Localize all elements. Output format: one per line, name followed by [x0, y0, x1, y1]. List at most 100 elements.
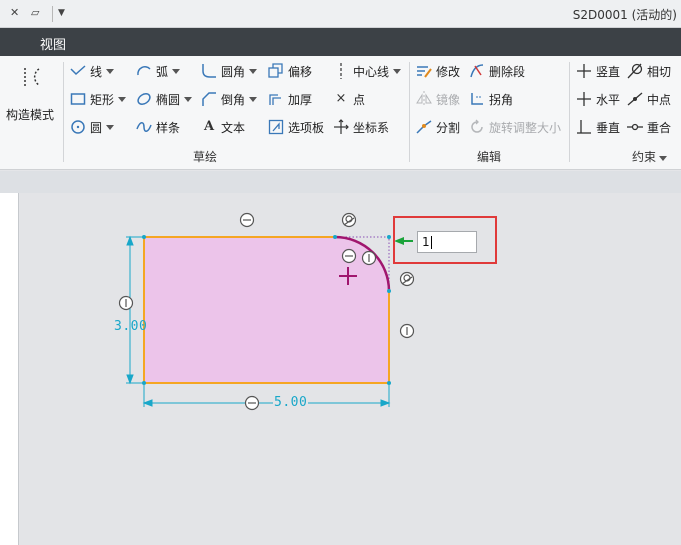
circle-button[interactable]: 圆 [70, 116, 115, 138]
horizontal-label: 水平 [596, 92, 621, 107]
vertical-constraint-button[interactable]: 竖直 [576, 60, 620, 82]
palette-label: 选项板 [288, 120, 325, 135]
divide-button[interactable]: 分割 [416, 116, 460, 138]
quick-access-divider [52, 6, 53, 22]
chevron-down-icon[interactable] [184, 96, 193, 102]
corner-button[interactable]: 拐角 [469, 88, 513, 110]
text-caret [430, 236, 432, 249]
chevron-down-icon[interactable] [118, 96, 127, 102]
rotate-resize-label: 旋转调整大小 [489, 120, 562, 135]
rectangle-icon [70, 91, 86, 107]
sketch-group-label: 草绘 [193, 150, 218, 164]
divide-label: 分割 [436, 120, 461, 135]
ellipse-button[interactable]: 椭圆 [136, 88, 193, 110]
vertical-icon [576, 63, 592, 79]
point-button[interactable]: × 点 [333, 88, 365, 110]
circle-label: 圆 [90, 120, 103, 135]
construction-mode-icon [24, 68, 40, 86]
chevron-down-icon[interactable] [106, 68, 115, 74]
palette-button[interactable]: 选项板 [268, 116, 324, 138]
chevron-down-icon[interactable] [249, 96, 258, 102]
thicken-icon [268, 91, 284, 107]
vertical-constraint-icon [118, 295, 134, 311]
horizontal-constraint-button[interactable]: 水平 [576, 88, 620, 110]
layer-icon[interactable]: ▱ [31, 6, 39, 19]
chamfer-icon [201, 91, 217, 107]
delete-segment-label: 删除段 [489, 64, 526, 79]
spline-button[interactable]: 样条 [136, 116, 180, 138]
corner-icon [469, 91, 485, 107]
rectangle-button[interactable]: 矩形 [70, 88, 127, 110]
midpoint-icon [627, 91, 643, 107]
sketch-graphics [118, 212, 415, 411]
title-bar: ✕ ▱ ▼ S2D0001 (活动的) [0, 0, 681, 28]
construction-mode-button[interactable]: 构造模式 [4, 62, 58, 124]
tangent-label: 相切 [647, 64, 672, 79]
horizontal-constraint-icon [244, 395, 260, 411]
delete-segment-icon [469, 63, 485, 79]
horizontal-constraint-icon [239, 212, 255, 228]
vertical-label: 竖直 [596, 64, 621, 79]
height-dimension-value[interactable]: 3.00 [114, 319, 147, 334]
delete-segment-button[interactable]: 删除段 [469, 60, 525, 82]
coincident-label: 重合 [647, 120, 672, 135]
offset-button[interactable]: 偏移 [268, 60, 312, 82]
coordinate-system-label: 坐标系 [353, 120, 390, 135]
spline-label: 样条 [156, 120, 181, 135]
modify-button[interactable]: 修改 [416, 60, 460, 82]
group-divider [63, 62, 64, 162]
quick-access-dropdown-icon[interactable]: ▼ [58, 8, 65, 18]
chevron-down-icon[interactable] [172, 68, 181, 74]
point-label: 点 [353, 92, 366, 107]
tangent-constraint-button[interactable]: 相切 [627, 60, 671, 82]
sketch-canvas[interactable]: 3.00 5.00 [20, 193, 681, 545]
width-dimension-value[interactable]: 5.00 [273, 395, 309, 410]
rotate-resize-button[interactable]: 旋转调整大小 [469, 116, 561, 138]
chevron-down-icon[interactable] [249, 68, 258, 74]
tangent-constraint-icon [399, 271, 415, 287]
coordinate-system-icon [333, 119, 349, 135]
tab-view[interactable]: 视图 [40, 34, 66, 53]
graphics-toolbar-strip [0, 171, 681, 193]
thicken-button[interactable]: 加厚 [268, 88, 312, 110]
width-dimension [142, 385, 391, 407]
centerline-label: 中心线 [353, 64, 390, 79]
arc-button[interactable]: 弧 [136, 60, 181, 82]
centerline-button[interactable]: 中心线 [333, 60, 402, 82]
modify-label: 修改 [436, 64, 461, 79]
centerline-icon [333, 63, 349, 79]
midpoint-constraint-button[interactable]: 中点 [627, 88, 671, 110]
mirror-icon [416, 91, 432, 107]
model-tree-panel[interactable] [0, 193, 19, 545]
coincident-icon [627, 119, 643, 135]
fillet-icon [201, 63, 217, 79]
chevron-down-icon[interactable] [393, 68, 402, 74]
perpendicular-label: 垂直 [596, 120, 621, 135]
arc-icon [136, 63, 152, 79]
ribbon: 构造模式 线 弧 圆角 偏移 中心线 矩形 椭圆 倒角 加厚 × 点 圆 样条 … [0, 56, 681, 170]
ellipse-icon [136, 91, 152, 107]
chamfer-button[interactable]: 倒角 [201, 88, 258, 110]
fillet-button[interactable]: 圆角 [201, 60, 258, 82]
close-x-icon[interactable]: ✕ [10, 6, 19, 19]
dimension-value-input[interactable]: 1 [417, 231, 477, 253]
mirror-button[interactable]: 镜像 [416, 88, 460, 110]
point-icon: × [335, 91, 347, 106]
chevron-down-icon[interactable] [106, 124, 115, 130]
group-divider [409, 62, 410, 162]
coincident-constraint-button[interactable]: 重合 [627, 116, 671, 138]
height-dimension [126, 235, 144, 385]
line-button[interactable]: 线 [70, 60, 115, 82]
text-button[interactable]: A 文本 [201, 116, 245, 138]
text-label: 文本 [221, 120, 246, 135]
text-icon: A [203, 119, 215, 134]
constrain-group-menu[interactable]: 约束 [632, 148, 668, 165]
horizontal-constraint-icon [341, 248, 357, 264]
chevron-down-icon [659, 156, 668, 161]
mirror-label: 镜像 [436, 92, 461, 107]
perpendicular-constraint-button[interactable]: 垂直 [576, 116, 620, 138]
divide-icon [416, 119, 432, 135]
palette-icon [268, 119, 284, 135]
tangent-constraint-icon [341, 212, 357, 228]
coordinate-system-button[interactable]: 坐标系 [333, 116, 389, 138]
